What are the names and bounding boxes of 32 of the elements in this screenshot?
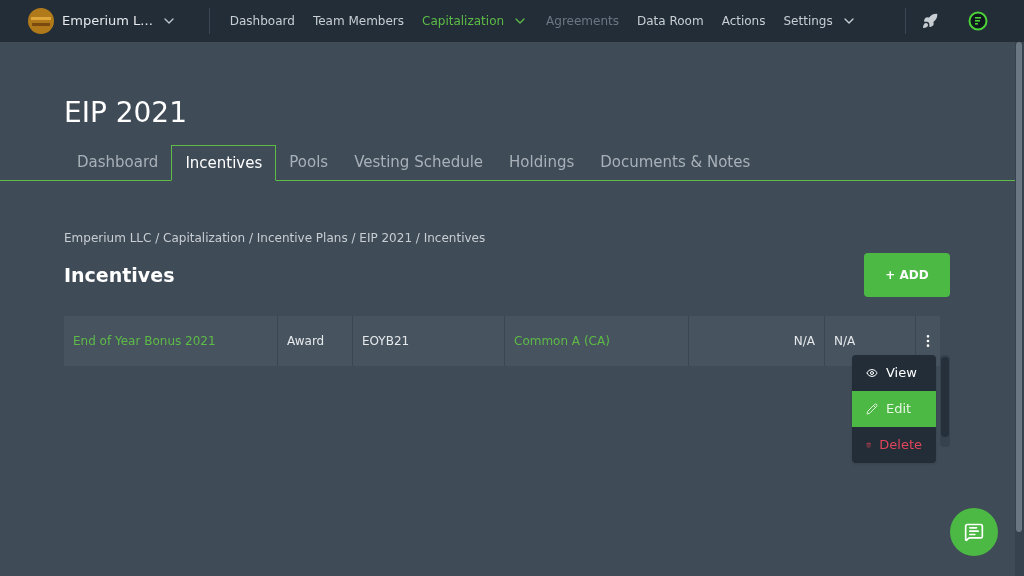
nav-link[interactable]: Team Members (312, 12, 405, 30)
app-logo-icon[interactable] (968, 11, 988, 31)
nav-link[interactable]: Data Room (637, 12, 704, 30)
eye-icon (866, 367, 878, 379)
table-cell[interactable]: Common A (CA) (505, 316, 689, 366)
table-cell: EOYB21 (353, 316, 505, 366)
menu-item[interactable]: Delete (852, 427, 936, 463)
tab[interactable]: Documents & Notes (587, 145, 764, 180)
pencil-icon (866, 403, 878, 415)
nav-link[interactable]: Capitalization (422, 12, 529, 30)
chat-button[interactable] (950, 508, 998, 556)
section-title: Incentives (64, 262, 175, 288)
company-name[interactable]: Emperium L... (62, 11, 153, 31)
tab[interactable]: Incentives (171, 145, 277, 181)
company-logo[interactable] (28, 8, 54, 34)
chat-icon (964, 522, 984, 542)
menu-item[interactable]: Edit (852, 391, 936, 427)
add-button[interactable]: + ADD (864, 253, 950, 297)
nav-link[interactable]: Dashboard (229, 12, 295, 30)
nav-link[interactable]: Settings (783, 12, 857, 30)
table-cell[interactable]: End of Year Bonus 2021 (64, 316, 278, 366)
tab[interactable]: Vesting Schedule (341, 145, 497, 180)
tab[interactable]: Holdings (496, 145, 588, 180)
breadcrumb: Emperium LLC / Capitalization / Incentive Plans / EIP 2021 / Incentives (64, 230, 487, 247)
tab[interactable]: Dashboard (64, 145, 172, 180)
tab[interactable]: Pools (276, 145, 342, 180)
table-cell: Award (278, 316, 353, 366)
nav-link[interactable]: Actions (721, 12, 766, 30)
rocket-icon[interactable] (922, 13, 938, 29)
page-title: EIP 2021 (64, 96, 188, 130)
table-cell: N/A (689, 316, 825, 366)
trash-icon (866, 439, 872, 451)
